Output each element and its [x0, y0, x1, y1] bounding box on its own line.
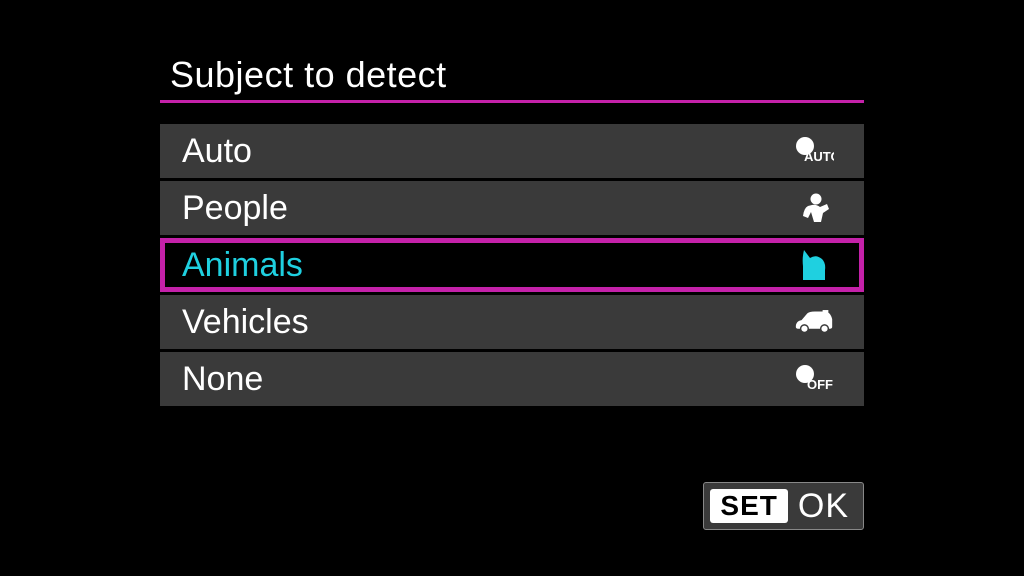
menu-item-label: Vehicles [182, 303, 309, 342]
off-icon: OFF [792, 361, 836, 397]
menu-item-none[interactable]: None OFF [160, 352, 864, 406]
set-label: SET [710, 489, 787, 523]
svg-text:OFF: OFF [807, 377, 833, 392]
menu-item-auto[interactable]: Auto AUTO [160, 124, 864, 178]
subject-menu: Auto AUTO People Animals [160, 124, 864, 409]
camera-menu-screen: Subject to detect Auto AUTO People [0, 0, 1024, 576]
page-title: Subject to detect [170, 54, 447, 96]
title-divider [160, 100, 864, 103]
animal-icon [792, 247, 836, 283]
menu-item-label: Auto [182, 132, 252, 171]
menu-item-people[interactable]: People [160, 181, 864, 235]
auto-icon: AUTO [792, 133, 836, 169]
vehicle-icon [792, 304, 836, 340]
menu-item-label: None [182, 360, 263, 399]
menu-item-vehicles[interactable]: Vehicles [160, 295, 864, 349]
menu-item-label: Animals [182, 246, 303, 285]
menu-item-label: People [182, 189, 288, 228]
ok-label: OK [798, 487, 849, 526]
svg-text:AUTO: AUTO [804, 149, 834, 164]
set-ok-button[interactable]: SET OK [703, 482, 864, 530]
menu-item-animals[interactable]: Animals [160, 238, 864, 292]
people-icon [792, 190, 836, 226]
